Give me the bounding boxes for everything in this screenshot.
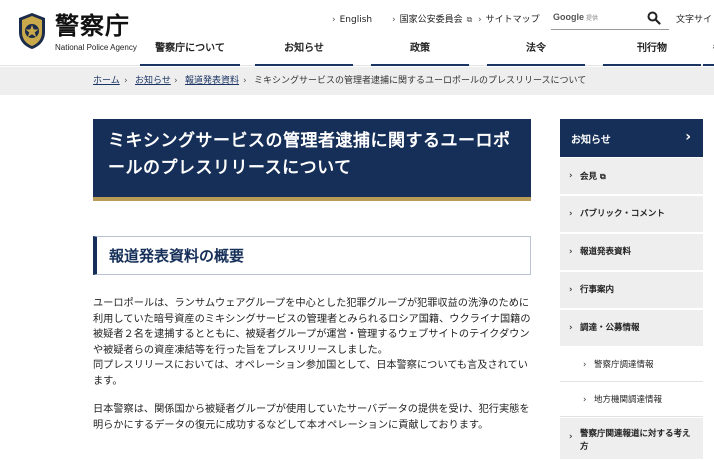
chevron-right-icon: › — [332, 15, 336, 25]
external-link-icon: ⧉ — [466, 15, 473, 24]
nav-policy[interactable]: 政策 — [371, 36, 469, 66]
nav-about[interactable]: 警察庁について — [140, 36, 240, 66]
search-input[interactable]: Google 提供 — [551, 9, 669, 30]
nav-news[interactable]: お知らせ — [255, 36, 353, 66]
side-item-label: 報道発表資料 — [580, 247, 632, 257]
police-emblem-icon[interactable] — [17, 12, 47, 50]
side-item-procurement[interactable]: › 調達・公募情報 — [560, 310, 703, 347]
font-size-control[interactable]: 文字サイ — [676, 14, 712, 26]
section-heading: 報道発表資料の概要 — [109, 247, 245, 265]
nav-laws[interactable]: 法令 — [487, 36, 585, 66]
public-safety-commission-link[interactable]: › 国家公安委員会 ⧉ — [392, 14, 472, 26]
side-item-press-conference[interactable]: › 会見 ⧉ — [560, 158, 703, 195]
side-item-label: パブリック・コメント — [580, 209, 665, 219]
chevron-right-icon: › — [478, 15, 482, 25]
side-item-label: 警察庁調達情報 — [594, 360, 654, 370]
global-nav: 警察庁について お知らせ 政策 法令 刊行物 各 — [140, 36, 714, 66]
side-item-events[interactable]: › 行事案内 — [560, 272, 703, 309]
breadcrumb-press-releases[interactable]: 報道発表資料 — [185, 67, 239, 95]
side-item-public-comment[interactable]: › パブリック・コメント — [560, 196, 703, 233]
side-item-label: 警察庁関連報道に対する考え方 — [580, 429, 691, 452]
chevron-right-icon: › — [569, 432, 573, 442]
side-item-label: 調達・公募情報 — [580, 323, 640, 333]
chevron-right-icon: › — [569, 323, 573, 333]
summary-text: ユーロポールは、ランサムウェアグループを中心とした犯罪グループが犯罪収益の洗浄の… — [93, 298, 531, 356]
chevron-right-icon: › — [685, 129, 691, 145]
section-heading-box: 報道発表資料の概要 — [93, 236, 531, 275]
site-title[interactable]: 警察庁 — [55, 12, 130, 40]
breadcrumb-home[interactable]: ホーム — [93, 67, 120, 95]
chevron-right-icon: › — [174, 76, 178, 86]
side-subitem-regional-procurement[interactable]: › 地方機関調達情報 — [560, 383, 703, 417]
chevron-right-icon: › — [583, 395, 587, 405]
breadcrumb-news[interactable]: お知らせ — [135, 67, 171, 95]
nav-publications[interactable]: 刊行物 — [603, 36, 701, 66]
chevron-right-icon: › — [243, 76, 247, 86]
search-icon[interactable] — [647, 11, 661, 25]
side-item-label: 行事案内 — [580, 285, 615, 295]
side-item-press-releases[interactable]: › 報道発表資料 — [560, 234, 703, 271]
site-header: 警察庁 National Police Agency › English › 国家公… — [0, 0, 714, 66]
sitemap-link[interactable]: › サイトマップ — [478, 14, 540, 26]
english-link[interactable]: › English — [332, 14, 372, 26]
external-link-icon: ⧉ — [600, 172, 606, 181]
google-search-brand: Google 提供 — [553, 12, 599, 22]
chevron-right-icon: › — [569, 171, 573, 181]
chevron-right-icon: › — [569, 247, 573, 257]
side-menu-heading[interactable]: お知らせ › — [560, 119, 703, 157]
summary-text-2: 同プレスリリースにおいては、オペレーション参加国として、日本警察についても言及さ… — [93, 360, 528, 387]
side-menu-title: お知らせ — [571, 135, 611, 146]
page-title-box: ミキシングサービスの管理者逮捕に関するユーロポールのプレスリリースについて — [93, 119, 531, 201]
side-subitem-npa-procurement[interactable]: › 警察庁調達情報 — [560, 348, 703, 382]
contribution-paragraph: 日本警察は、関係国から被疑者グループが使用していたサーバデータの提供を受け、犯行… — [93, 402, 533, 433]
nav-more[interactable]: 各 — [703, 36, 714, 66]
chevron-right-icon: › — [569, 209, 573, 219]
chevron-right-icon: › — [392, 15, 396, 25]
summary-paragraph: ユーロポールは、ランサムウェアグループを中心とした犯罪グループが犯罪収益の洗浄の… — [93, 296, 533, 389]
chevron-right-icon: › — [124, 76, 128, 86]
contribution-text: 日本警察は、関係国から被疑者グループが使用していたサーバデータの提供を受け、犯行… — [93, 404, 530, 431]
chevron-right-icon: › — [583, 360, 587, 370]
side-item-label: 地方機関調達情報 — [594, 395, 663, 405]
site-subtitle: National Police Agency — [55, 43, 137, 52]
page-title: ミキシングサービスの管理者逮捕に関するユーロポールのプレスリリースについて — [108, 131, 511, 178]
breadcrumb-current: ミキシングサービスの管理者逮捕に関するユーロポールのプレスリリースについて — [254, 76, 587, 86]
side-item-label: 会見 — [580, 172, 598, 182]
chevron-right-icon: › — [569, 285, 573, 295]
breadcrumb: ホーム › お知らせ › 報道発表資料 › ミキシングサービスの管理者逮捕に関す… — [0, 67, 714, 95]
side-item-press-responses[interactable]: › 警察庁関連報道に対する考え方 — [560, 418, 703, 460]
